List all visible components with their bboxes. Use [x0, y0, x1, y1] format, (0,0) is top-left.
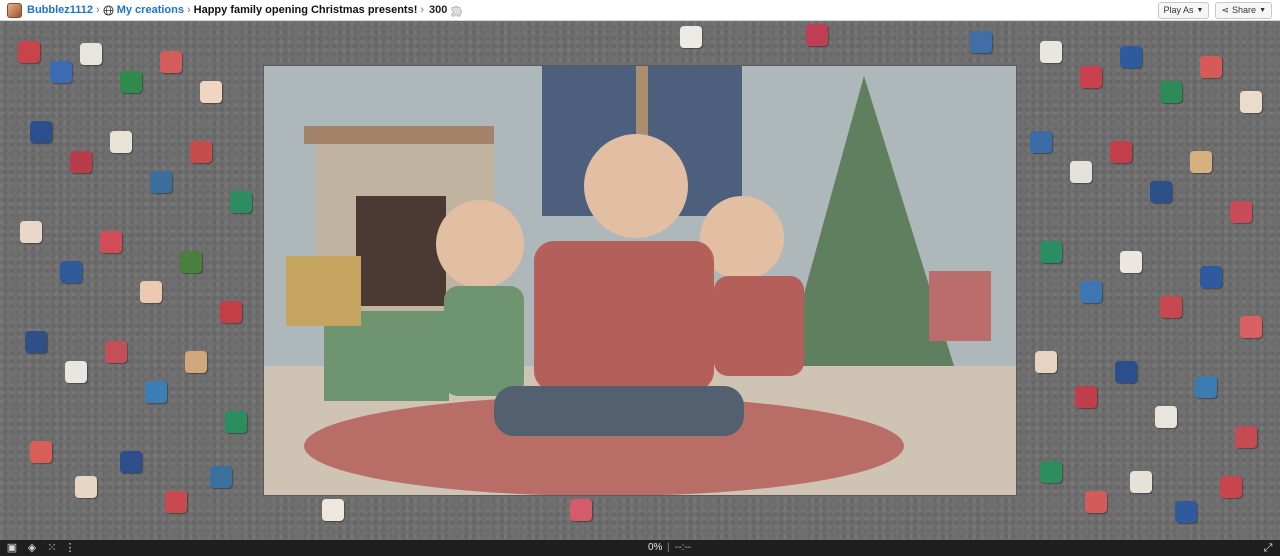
progress-percent: 0% — [648, 542, 663, 553]
loose-piece[interactable] — [1040, 461, 1062, 483]
loose-piece[interactable] — [1075, 386, 1097, 408]
breadcrumb-collection[interactable]: My creations — [117, 4, 184, 16]
loose-piece[interactable] — [1120, 251, 1142, 273]
loose-piece[interactable] — [105, 341, 127, 363]
globe-icon — [103, 4, 114, 16]
play-as-label: Play As — [1163, 5, 1194, 15]
loose-piece[interactable] — [50, 61, 72, 83]
loose-piece[interactable] — [1080, 66, 1102, 88]
chevron-right-icon: › — [186, 4, 191, 16]
loose-piece[interactable] — [210, 466, 232, 488]
bottom-toolbar: ▣ ◈ ⁙ ⋮ 0% | --:-- ⤢ — [0, 540, 1280, 556]
loose-piece[interactable] — [570, 499, 592, 521]
puzzle-title: Happy family opening Christmas presents! — [193, 4, 418, 16]
loose-piece[interactable] — [1240, 316, 1262, 338]
loose-piece[interactable] — [65, 361, 87, 383]
loose-piece[interactable] — [1155, 406, 1177, 428]
loose-piece[interactable] — [1035, 351, 1057, 373]
loose-piece[interactable] — [1190, 151, 1212, 173]
loose-piece[interactable] — [145, 381, 167, 403]
puzzle-preview-image — [264, 66, 1016, 495]
loose-piece[interactable] — [1115, 361, 1137, 383]
puzzle-image-frame[interactable] — [264, 66, 1016, 495]
progress-divider: | — [667, 542, 670, 553]
loose-piece[interactable] — [1200, 266, 1222, 288]
loose-piece[interactable] — [1150, 181, 1172, 203]
loose-piece[interactable] — [680, 26, 702, 48]
loose-piece[interactable] — [190, 141, 212, 163]
play-as-button[interactable]: Play As ▼ — [1157, 2, 1210, 19]
loose-piece[interactable] — [1200, 56, 1222, 78]
puzzle-board[interactable] — [0, 21, 1280, 540]
loose-piece[interactable] — [970, 31, 992, 53]
loose-piece[interactable] — [165, 491, 187, 513]
loose-piece[interactable] — [120, 71, 142, 93]
share-button[interactable]: ⋖ Share ▼ — [1215, 2, 1272, 19]
loose-piece[interactable] — [30, 121, 52, 143]
share-label: Share — [1232, 5, 1257, 15]
loose-piece[interactable] — [60, 261, 82, 283]
loose-piece[interactable] — [185, 351, 207, 373]
loose-piece[interactable] — [200, 81, 222, 103]
loose-piece[interactable] — [322, 499, 344, 521]
top-bar: Bubblez1112 › My creations › Happy famil… — [0, 0, 1280, 21]
loose-piece[interactable] — [160, 51, 182, 73]
loose-piece[interactable] — [100, 231, 122, 253]
loose-piece[interactable] — [1120, 46, 1142, 68]
loose-piece[interactable] — [80, 43, 102, 65]
share-icon: ⋖ — [1221, 5, 1230, 15]
caret-down-icon: ▼ — [1259, 7, 1266, 14]
loose-piece[interactable] — [1175, 501, 1197, 523]
grid-icon[interactable]: ⁙ — [46, 542, 58, 554]
loose-piece[interactable] — [1070, 161, 1092, 183]
loose-piece[interactable] — [75, 476, 97, 498]
chevron-right-icon: › — [420, 4, 425, 16]
loose-piece[interactable] — [1030, 131, 1052, 153]
expand-icon[interactable]: ⤢ — [1262, 542, 1274, 554]
ghost-icon[interactable]: ◈ — [26, 542, 38, 554]
loose-piece[interactable] — [1160, 81, 1182, 103]
loose-piece[interactable] — [30, 441, 52, 463]
fullscreen-icon[interactable]: ▣ — [6, 542, 18, 554]
loose-piece[interactable] — [1195, 376, 1217, 398]
loose-piece[interactable] — [140, 281, 162, 303]
loose-piece[interactable] — [1235, 426, 1257, 448]
loose-piece[interactable] — [25, 331, 47, 353]
caret-down-icon: ▼ — [1196, 7, 1204, 14]
loose-piece[interactable] — [110, 131, 132, 153]
loose-piece[interactable] — [1040, 41, 1062, 63]
loose-piece[interactable] — [225, 411, 247, 433]
loose-piece[interactable] — [1240, 91, 1262, 113]
loose-piece[interactable] — [20, 221, 42, 243]
more-icon[interactable]: ⋮ — [64, 542, 76, 554]
loose-piece[interactable] — [70, 151, 92, 173]
breadcrumb-username[interactable]: Bubblez1112 — [27, 4, 93, 16]
loose-piece[interactable] — [1080, 281, 1102, 303]
loose-piece[interactable] — [806, 24, 828, 46]
loose-piece[interactable] — [18, 41, 40, 63]
loose-piece[interactable] — [1230, 201, 1252, 223]
loose-piece[interactable] — [1220, 476, 1242, 498]
loose-piece[interactable] — [1085, 491, 1107, 513]
loose-piece[interactable] — [220, 301, 242, 323]
timer: --:-- — [675, 542, 692, 553]
loose-piece[interactable] — [1110, 141, 1132, 163]
loose-piece[interactable] — [120, 451, 142, 473]
loose-piece[interactable] — [1040, 241, 1062, 263]
loose-piece[interactable] — [150, 171, 172, 193]
avatar[interactable] — [7, 2, 22, 18]
loose-piece[interactable] — [180, 251, 202, 273]
puzzle-piece-icon — [451, 5, 463, 16]
loose-piece[interactable] — [1160, 296, 1182, 318]
loose-piece[interactable] — [230, 191, 252, 213]
piece-count: 300 — [429, 4, 448, 16]
loose-piece[interactable] — [1130, 471, 1152, 493]
chevron-right-icon: › — [96, 4, 100, 16]
